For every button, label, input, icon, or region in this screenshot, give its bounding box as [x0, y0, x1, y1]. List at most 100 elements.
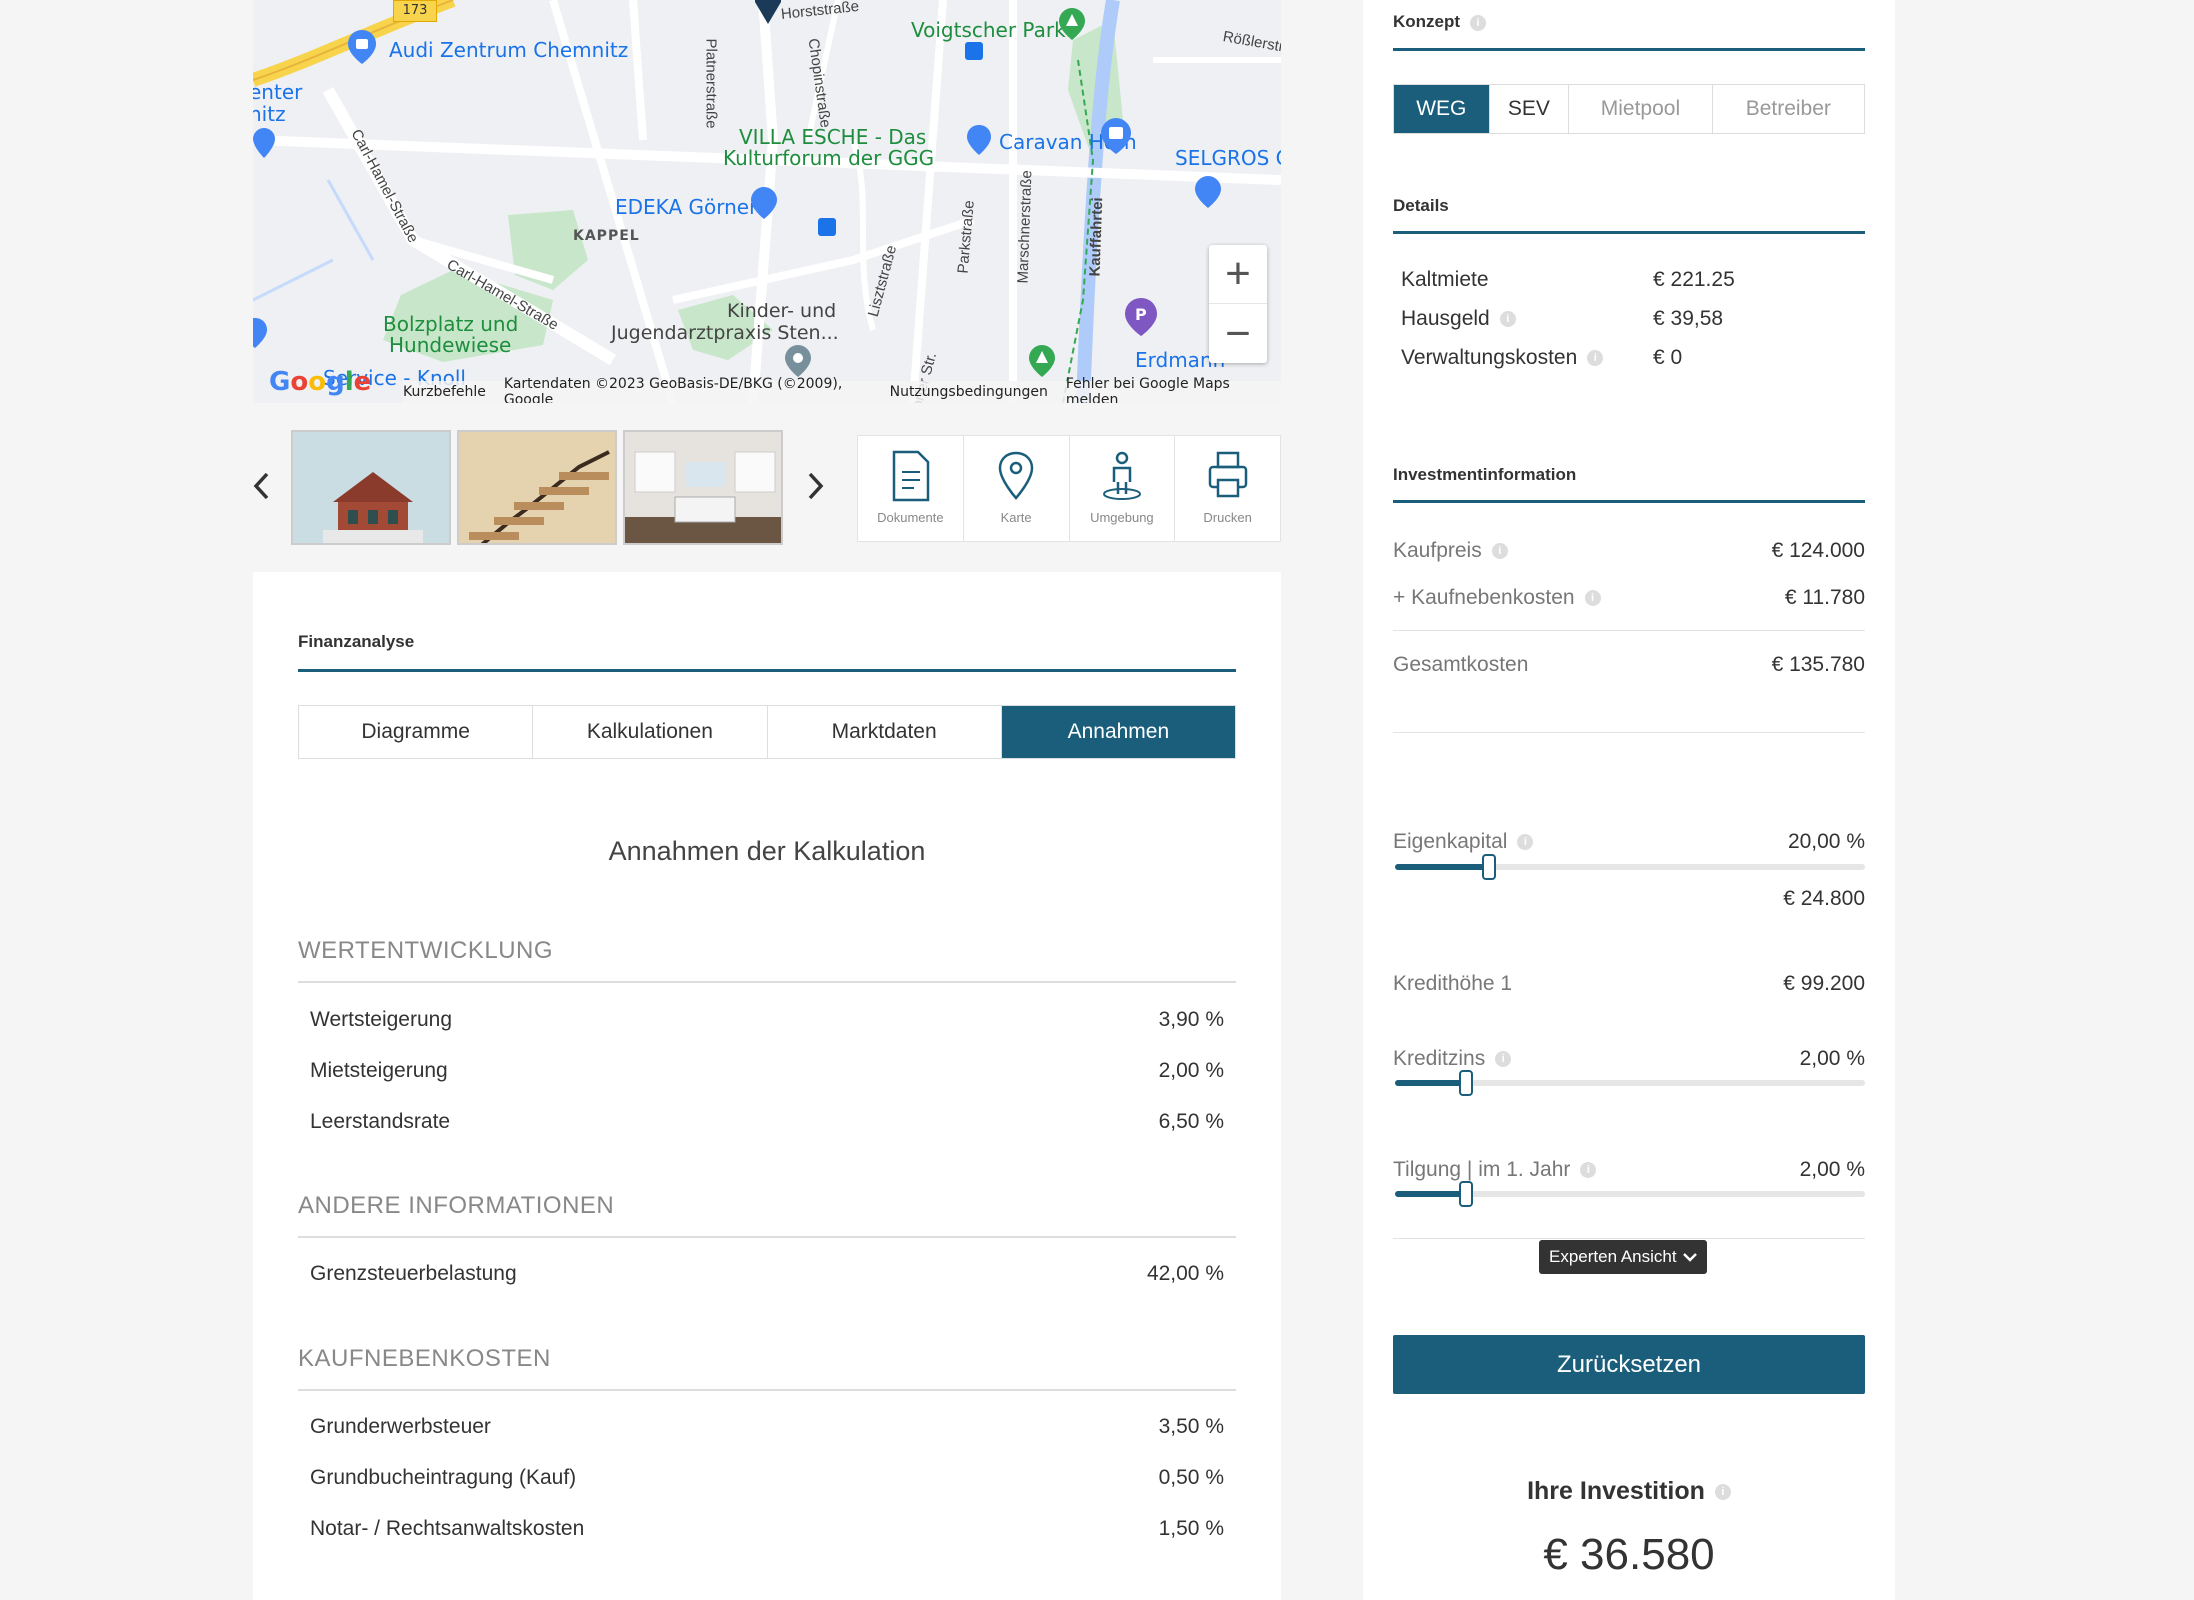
konzept-betreiber[interactable]: Betreiber	[1713, 85, 1864, 133]
tab-annahmen[interactable]: Annahmen	[1001, 706, 1235, 758]
info-icon[interactable]: i	[1580, 1162, 1597, 1179]
shopping-pin-icon-4[interactable]	[1195, 176, 1221, 212]
tool-umgebung[interactable]: Umgebung	[1070, 436, 1176, 541]
map-pin-icon	[998, 451, 1034, 500]
kredithoehe-value: € 99.200	[1783, 972, 1865, 995]
slider-handle[interactable]	[1459, 1070, 1473, 1096]
tool-label: Karte	[1000, 510, 1032, 525]
konzept-title: Konzept i	[1393, 12, 1487, 32]
poi-kulturforum: Kulturforum der GGG	[723, 146, 935, 170]
info-icon[interactable]: i	[1491, 543, 1508, 560]
poi-voigtscher-park[interactable]: Voigtscher Park	[911, 18, 1066, 42]
info-icon[interactable]: i	[1714, 1484, 1731, 1501]
info-icon[interactable]: i	[1499, 311, 1516, 328]
gallery-next-button[interactable]	[806, 468, 824, 510]
tab-marktdaten[interactable]: Marktdaten	[767, 706, 1002, 758]
eigenkapital-amount: € 24.800	[1783, 887, 1865, 910]
invest-title: Investmentinformation	[1393, 465, 1577, 484]
invest-divider	[1393, 500, 1865, 503]
tab-kalkulationen[interactable]: Kalkulationen	[533, 706, 768, 758]
konzept-sev[interactable]: SEV	[1490, 85, 1570, 133]
row-label: Notar- / Rechtsanwaltskosten	[310, 1517, 585, 1540]
detail-row-kaltmiete: Kaltmiete € 221.25	[1401, 268, 1735, 292]
poi-edeka[interactable]: EDEKA Görner	[615, 195, 757, 219]
experten-ansicht-button[interactable]: Experten Ansicht	[1539, 1240, 1707, 1274]
assumption-row: Mietsteigerung 2,00 %	[310, 1059, 1224, 1083]
zoom-out-button[interactable]: −	[1209, 304, 1267, 363]
thumbnail-kitchen[interactable]	[623, 430, 783, 545]
poi-audi[interactable]: Audi Zentrum Chemnitz	[389, 38, 628, 62]
divider	[1393, 630, 1865, 631]
road-number: 173	[393, 0, 437, 22]
poi-kinder[interactable]: Kinder- und	[727, 300, 836, 322]
slider-fill	[1395, 1191, 1466, 1197]
konzept-title-text: Konzept	[1393, 12, 1461, 31]
map[interactable]: 173 Audi Zentrum Chemnitz enter nitz Hor…	[253, 0, 1281, 403]
slider-handle[interactable]	[1482, 854, 1496, 880]
report-error-link[interactable]: Fehler bei Google Maps melden	[1066, 376, 1273, 403]
street-platner: Platnerstraße	[702, 38, 720, 129]
slider-handle[interactable]	[1459, 1181, 1473, 1207]
tilgung-slider[interactable]	[1395, 1181, 1865, 1207]
kaufpreis-row: Kaufpreis i € 124.000	[1393, 539, 1865, 563]
poi-selgros[interactable]: SELGROS C	[1175, 146, 1281, 170]
ihre-label-text: Ihre Investition	[1527, 1477, 1705, 1505]
kreditzins-slider[interactable]	[1395, 1070, 1865, 1096]
image-gallery: Dokumente Karte Umgebung Drucken	[253, 430, 1281, 545]
park-pin-icon[interactable]	[1059, 8, 1085, 44]
tool-drucken[interactable]: Drucken	[1175, 436, 1280, 541]
shopping-pin-icon-2[interactable]	[253, 128, 275, 162]
shopping-pin-icon[interactable]	[348, 30, 376, 64]
thumbnail-house[interactable]	[291, 430, 451, 545]
assumption-row: Wertsteigerung 3,90 %	[310, 1008, 1224, 1032]
zoom-in-button[interactable]: +	[1209, 245, 1267, 304]
poi-center: enter	[253, 80, 303, 104]
shopping-pin-icon-5[interactable]	[253, 318, 267, 352]
detail-label: Verwaltungskosten	[1401, 346, 1578, 369]
tool-dokumente[interactable]: Dokumente	[858, 436, 964, 541]
detail-label: Hausgeld	[1401, 307, 1490, 330]
tool-label: Dokumente	[877, 510, 944, 525]
tilgung-value: 2,00 %	[1799, 1158, 1865, 1181]
tab-diagramme[interactable]: Diagramme	[299, 706, 534, 758]
parking-pin-icon[interactable]: P	[1125, 298, 1157, 340]
grocery-pin-icon[interactable]	[751, 187, 777, 223]
group-kaufnebenkosten: KAUFNEBENKOSTEN	[298, 1345, 551, 1372]
transit-icon-2[interactable]	[818, 218, 836, 236]
tool-karte[interactable]: Karte	[964, 436, 1070, 541]
row-label: Mietsteigerung	[310, 1059, 448, 1082]
info-icon[interactable]: i	[1584, 590, 1601, 607]
gesamtkosten-row: Gesamtkosten € 135.780	[1393, 653, 1865, 677]
konzept-weg[interactable]: WEG	[1394, 85, 1490, 133]
thumbnail-staircase[interactable]	[457, 430, 617, 545]
shopping-pin-icon-3[interactable]	[1101, 118, 1131, 158]
terms-link[interactable]: Nutzungsbedingungen	[890, 384, 1048, 400]
group-divider	[298, 1236, 1236, 1238]
row-label: Leerstandsrate	[310, 1110, 451, 1133]
eigenkapital-label-wrap: Eigenkapital i	[1393, 830, 1534, 854]
tilgung-label: Tilgung | im 1. Jahr	[1393, 1158, 1571, 1181]
caravan-pin-icon[interactable]	[967, 125, 991, 159]
konzept-selector: WEG SEV Mietpool Betreiber	[1393, 84, 1865, 134]
info-icon[interactable]: i	[1517, 834, 1534, 851]
row-label: Grenzsteuerbelastung	[310, 1262, 517, 1285]
gesamtkosten-value: € 135.780	[1771, 653, 1865, 676]
tilgung-label-wrap: Tilgung | im 1. Jahr i	[1393, 1158, 1597, 1182]
park-pin-icon-2[interactable]	[1029, 345, 1055, 381]
location-marker-icon[interactable]	[755, 0, 781, 28]
kaufnebenkosten-value: € 11.780	[1784, 586, 1865, 609]
eigenkapital-row: Eigenkapital i 20,00 %	[1393, 830, 1865, 854]
gallery-prev-button[interactable]	[253, 468, 271, 510]
finanzanalyse-title: Finanzanalyse	[298, 632, 415, 651]
info-icon[interactable]: i	[1470, 14, 1487, 31]
transit-icon[interactable]	[965, 42, 983, 60]
info-icon[interactable]: i	[1495, 1051, 1512, 1068]
map-zoom-control[interactable]: + −	[1209, 245, 1267, 363]
konzept-mietpool[interactable]: Mietpool	[1569, 85, 1713, 133]
row-label: Grunderwerbsteuer	[310, 1415, 491, 1438]
reset-button[interactable]: Zurücksetzen	[1393, 1335, 1865, 1394]
eigenkapital-slider[interactable]	[1395, 854, 1865, 880]
info-icon[interactable]: i	[1587, 350, 1604, 367]
assumption-row: Grundbucheintragung (Kauf) 0,50 %	[310, 1466, 1224, 1490]
keyboard-shortcuts-link[interactable]: Kurzbefehle	[403, 384, 486, 400]
